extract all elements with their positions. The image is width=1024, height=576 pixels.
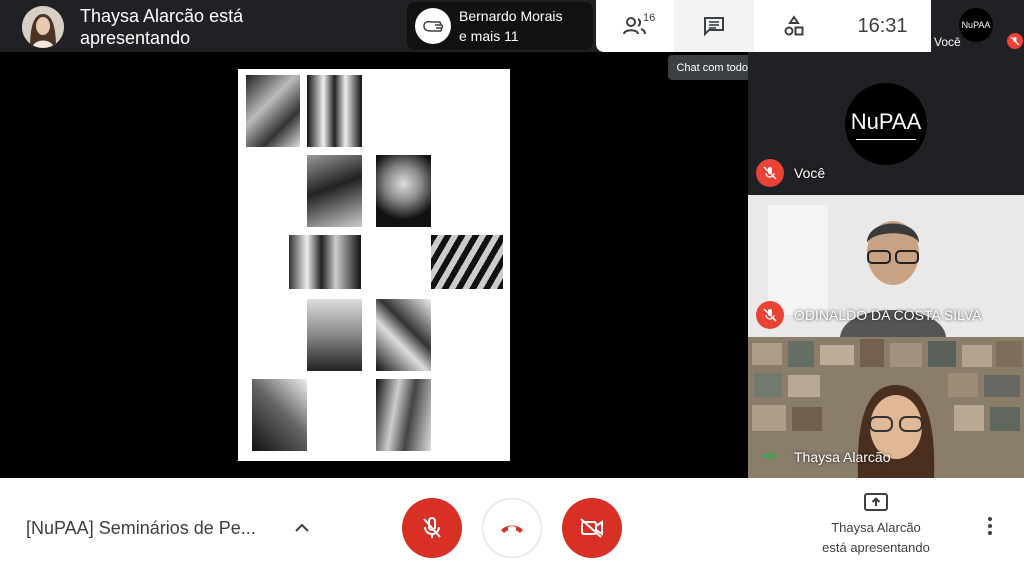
slide-photo [376, 299, 431, 371]
self-thumbnail[interactable]: NuPAA Você [931, 0, 1024, 52]
self-label: Você [934, 35, 961, 49]
slide-photo [376, 379, 431, 451]
slide-photo [431, 235, 503, 289]
camera-off-icon [580, 518, 603, 538]
present-icon [864, 493, 888, 511]
participant-tile-self[interactable]: NuPAA Você [748, 52, 1024, 195]
slide-photo [252, 379, 307, 451]
others-line-1: Bernardo Morais [459, 8, 563, 24]
slide-photo [307, 75, 362, 147]
mic-off-icon [423, 517, 441, 538]
others-line-2: e mais 11 [459, 28, 519, 44]
top-bar: Thaysa Alarcão está apresentando Bernard… [0, 0, 1024, 52]
hand-icon [415, 8, 451, 44]
mic-off-icon [1007, 33, 1023, 49]
presenter-avatar [22, 6, 64, 48]
slide-photo [307, 155, 362, 227]
chat-button[interactable] [674, 0, 754, 52]
self-logo: NuPAA [959, 8, 993, 42]
mic-off-icon [756, 159, 784, 187]
participant-name: Thaysa Alarcão [794, 449, 891, 465]
mic-off-icon [756, 301, 784, 329]
activities-icon [784, 15, 804, 36]
nupaa-logo-text: NuPAA [850, 108, 922, 134]
present-now-button[interactable]: Thaysa Alarcão está apresentando [810, 492, 942, 558]
speaking-indicator [756, 442, 784, 470]
chat-icon [704, 17, 724, 37]
participant-name: ODINALDO DA COSTA SILVA [794, 307, 982, 323]
presenting-line-2: está apresentando [822, 540, 930, 555]
slide-photo [376, 155, 431, 227]
meet-window: Thaysa Alarcão está apresentando Bernard… [0, 0, 1024, 576]
presenter-banner: Thaysa Alarcão está apresentando [22, 5, 285, 49]
participant-tile-odinaldo[interactable]: ODINALDO DA COSTA SILVA [748, 195, 1024, 337]
hangup-icon [501, 525, 523, 533]
participant-name: Você [794, 165, 826, 181]
clock: 16:31 [857, 14, 908, 37]
nupaa-logo: NuPAA [845, 83, 927, 165]
slide-photo [307, 299, 362, 371]
more-icon[interactable] [978, 514, 1002, 538]
activities-button[interactable] [754, 0, 834, 52]
presenter-banner-text: Thaysa Alarcão está apresentando [80, 6, 244, 48]
bottom-bar: [NuPAA] Seminários de Pe... Thaysa Alarc… [0, 478, 1024, 576]
participant-tile-thaysa[interactable]: Thaysa Alarcão [748, 337, 1024, 478]
presentation-slide [238, 69, 510, 461]
camera-toggle-button[interactable] [562, 498, 622, 558]
slide-photo [246, 75, 300, 147]
meeting-title[interactable]: [NuPAA] Seminários de Pe... [26, 518, 256, 539]
meeting-controls: 16 16:31 [596, 0, 931, 52]
mic-toggle-button[interactable] [402, 498, 462, 558]
leave-call-button[interactable] [482, 498, 542, 558]
people-button[interactable]: 16 [596, 0, 674, 52]
presenting-line-1: Thaysa Alarcão [831, 520, 921, 535]
slide-photo [289, 235, 361, 289]
others-presenting-chip[interactable]: Bernardo Morais e mais 11 [407, 2, 593, 50]
people-count: 16 [643, 12, 656, 24]
chevron-up-icon[interactable] [290, 516, 314, 540]
